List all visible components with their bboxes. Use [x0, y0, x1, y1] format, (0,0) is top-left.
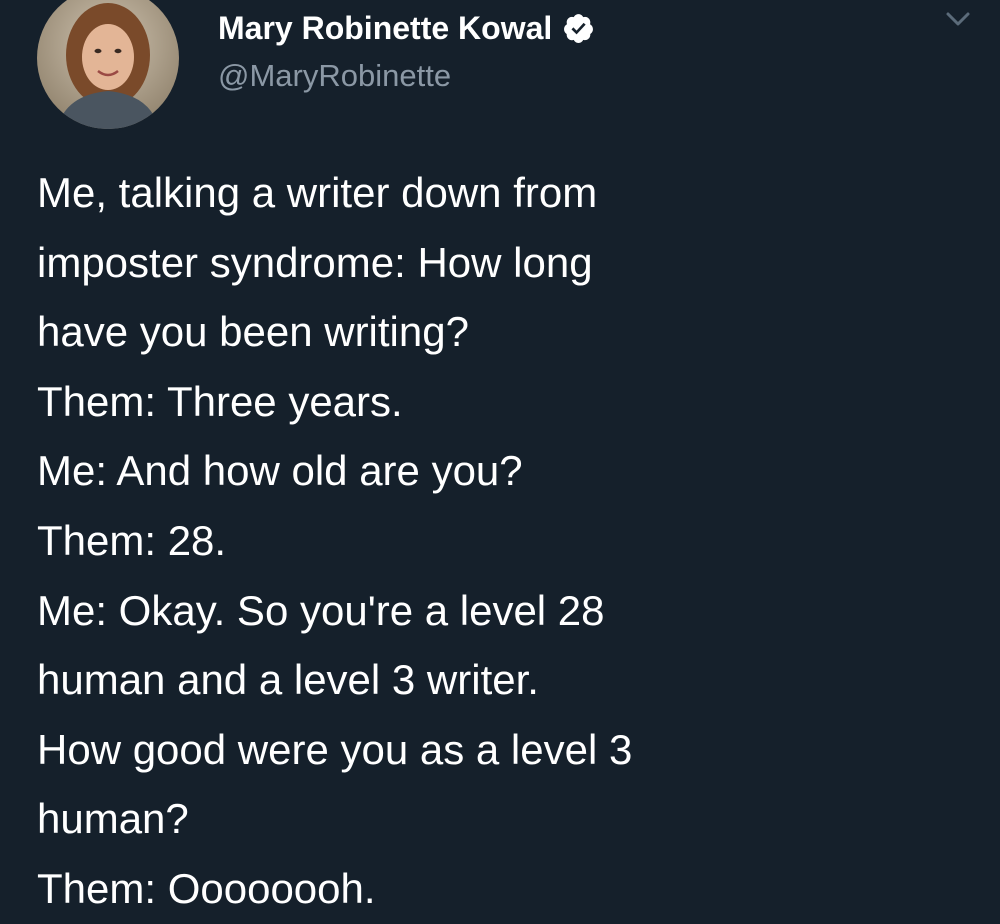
tweet-text: Me, talking a writer down from imposter …	[37, 158, 987, 924]
tweet-line: imposter syndrome: How long	[37, 238, 593, 286]
chevron-down-icon[interactable]	[938, 4, 978, 34]
tweet-line: have you been writing?	[37, 308, 469, 356]
avatar-image	[37, 0, 179, 129]
tweet-line: Me, talking a writer down from	[37, 169, 598, 216]
tweet-line: Them: Oooooooh.	[37, 864, 376, 912]
tweet-card: Mary Robinette Kowal @MaryRobinette Me, …	[0, 0, 1000, 916]
tweet-line: human?	[37, 795, 189, 843]
tweet-line: Them: Three years.	[37, 377, 403, 425]
verified-badge-icon	[562, 12, 595, 45]
tweet-line: Me: And how old are you?	[37, 447, 523, 495]
author-avatar[interactable]	[37, 0, 179, 129]
tweet-line: human and a level 3 writer.	[37, 656, 539, 704]
author-display-name[interactable]: Mary Robinette Kowal	[218, 10, 552, 47]
tweet-line: Me: Okay. So you're a level 28	[37, 586, 605, 634]
author-handle[interactable]: @MaryRobinette	[218, 58, 451, 94]
tweet-line: How good were you as a level 3	[37, 725, 633, 773]
tweet-line: Them: 28.	[37, 516, 227, 564]
author-name-row: Mary Robinette Kowal	[218, 10, 595, 47]
